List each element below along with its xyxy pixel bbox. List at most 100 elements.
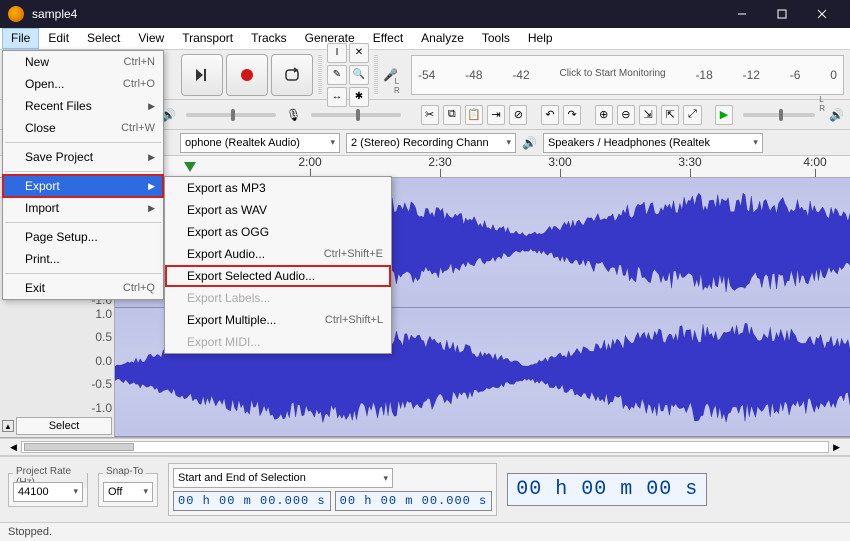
timeshift-tool[interactable]: ↔ — [327, 87, 347, 107]
snap-to-group: Snap-To Off — [98, 473, 158, 507]
meter-click-text: Click to Start Monitoring — [559, 68, 665, 82]
zoom-out-button[interactable]: ⊖ — [617, 105, 635, 125]
menu-view[interactable]: View — [129, 28, 173, 49]
fit-selection-button[interactable]: ⇲ — [639, 105, 657, 125]
zoom-tool[interactable]: 🔍 — [349, 65, 369, 85]
playhead-marker[interactable] — [184, 162, 196, 177]
menubar: FileEditSelectViewTransportTracksGenerat… — [0, 28, 850, 50]
horizontal-scrollbar[interactable]: ◀ ▶ — [0, 438, 850, 456]
export-submenu: Export as MP3Export as WAVExport as OGGE… — [164, 176, 392, 354]
menu-item-export-selected-audio-[interactable]: Export Selected Audio... — [165, 265, 391, 287]
recording-meter[interactable]: -54-48-42 Click to Start Monitoring -18-… — [411, 55, 844, 95]
recording-volume-slider[interactable] — [311, 113, 401, 117]
ruler-label: 2:00 — [298, 155, 321, 169]
project-rate-select[interactable]: 44100 — [13, 482, 83, 502]
toolbar-separator — [318, 55, 322, 95]
menu-item-save-project[interactable]: Save Project▶ — [3, 146, 163, 168]
zoom-toggle-button[interactable]: ⤢ — [683, 105, 701, 125]
menu-item-open-[interactable]: Open...Ctrl+O — [3, 73, 163, 95]
menu-item-exit[interactable]: ExitCtrl+Q — [3, 277, 163, 299]
scrollbar-thumb[interactable] — [24, 443, 134, 451]
play-at-speed-button[interactable]: ▶ — [715, 105, 733, 125]
recording-channels-select[interactable]: 2 (Stereo) Recording Chann — [346, 133, 516, 153]
playback-volume-slider[interactable] — [186, 113, 276, 117]
menu-item-export-as-mp-[interactable]: Export as MP3 — [165, 177, 391, 199]
app-icon — [8, 6, 24, 22]
menu-item-export-labels-: Export Labels... — [165, 287, 391, 309]
cut-button[interactable]: ✂ — [421, 105, 439, 125]
menu-item-page-setup-[interactable]: Page Setup... — [3, 226, 163, 248]
silence-button[interactable]: ⊘ — [509, 105, 527, 125]
scroll-right-icon[interactable]: ▶ — [829, 442, 844, 453]
menu-edit[interactable]: Edit — [39, 28, 78, 49]
menu-analyze[interactable]: Analyze — [412, 28, 473, 49]
meter-lr-label: LR — [394, 77, 400, 95]
selection-mode-select[interactable]: Start and End of Selection — [173, 468, 393, 488]
menu-item-recent-files[interactable]: Recent Files▶ — [3, 95, 163, 117]
menu-item-export-multiple-[interactable]: Export Multiple...Ctrl+Shift+L — [165, 309, 391, 331]
menu-item-export-audio-[interactable]: Export Audio...Ctrl+Shift+E — [165, 243, 391, 265]
menu-item-export-as-wav[interactable]: Export as WAV — [165, 199, 391, 221]
selection-group: Start and End of Selection 00 h 00 m 00.… — [168, 463, 497, 516]
ruler-label: 2:30 — [428, 155, 451, 169]
menu-item-export-midi-: Export MIDI... — [165, 331, 391, 353]
multi-tool[interactable]: ✱ — [349, 87, 369, 107]
ruler-label: 4:00 — [803, 155, 826, 169]
audio-position-time[interactable]: 00 h 00 m 00 s — [507, 473, 707, 506]
playback-device-select[interactable]: Speakers / Headphones (Realtek — [543, 133, 763, 153]
track-collapse-button[interactable]: ▲ — [2, 420, 14, 432]
track-select-button[interactable]: Select — [16, 417, 112, 435]
file-menu-dropdown: NewCtrl+NOpen...Ctrl+ORecent Files▶Close… — [2, 50, 164, 300]
tools-grid: I ✕ ✎ 🔍 ↔ ✱ — [327, 43, 369, 107]
loop-button[interactable] — [271, 54, 313, 96]
selection-end-time[interactable]: 00 h 00 m 00.000 s — [335, 491, 493, 511]
scroll-left-icon[interactable]: ◀ — [6, 442, 21, 453]
amplitude-scale-right: 1.00.50.0-0.5-1.0 — [90, 307, 112, 416]
ruler-label: 3:00 — [548, 155, 571, 169]
undo-button[interactable]: ↶ — [541, 105, 559, 125]
record-button[interactable] — [226, 54, 268, 96]
minimize-button[interactable] — [722, 0, 762, 28]
menu-help[interactable]: Help — [519, 28, 562, 49]
menu-effect[interactable]: Effect — [364, 28, 412, 49]
draw-tool[interactable]: ✎ — [327, 65, 347, 85]
menu-item-export-as-ogg[interactable]: Export as OGG — [165, 221, 391, 243]
menu-select[interactable]: Select — [78, 28, 129, 49]
meter-ticks: -54-48-42 Click to Start Monitoring -18-… — [418, 68, 837, 82]
paste-button[interactable]: 📋 — [465, 105, 483, 125]
snap-to-label: Snap-To — [103, 466, 146, 477]
redo-button[interactable]: ↷ — [563, 105, 581, 125]
snap-to-select[interactable]: Off — [103, 482, 153, 502]
menu-file[interactable]: File — [2, 28, 39, 49]
menu-tools[interactable]: Tools — [473, 28, 519, 49]
speaker-icon: 🔊 — [829, 108, 844, 122]
menu-tracks[interactable]: Tracks — [242, 28, 296, 49]
close-button[interactable] — [802, 0, 842, 28]
window-title: sample4 — [32, 7, 722, 21]
selection-toolbar: Project Rate (Hz) 44100 Snap-To Off Star… — [0, 456, 850, 522]
selection-start-time[interactable]: 00 h 00 m 00.000 s — [173, 491, 331, 511]
zoom-in-button[interactable]: ⊕ — [595, 105, 613, 125]
project-rate-group: Project Rate (Hz) 44100 — [8, 473, 88, 507]
menu-item-print-[interactable]: Print... — [3, 248, 163, 270]
skip-end-button[interactable] — [181, 54, 223, 96]
selection-tool[interactable]: I — [327, 43, 347, 63]
titlebar: sample4 — [0, 0, 850, 28]
recording-device-select[interactable]: ophone (Realtek Audio) — [180, 133, 340, 153]
menu-item-new[interactable]: NewCtrl+N — [3, 51, 163, 73]
menu-transport[interactable]: Transport — [173, 28, 242, 49]
toolbar-separator — [374, 55, 378, 95]
status-bar: Stopped. — [0, 522, 850, 541]
speaker-icon: 🔊 — [522, 136, 537, 150]
ruler-label: 3:30 — [678, 155, 701, 169]
envelope-tool[interactable]: ✕ — [349, 43, 369, 63]
mic-icon: 🎙 — [286, 108, 301, 122]
play-speed-slider[interactable] — [743, 113, 815, 117]
copy-button[interactable]: ⧉ — [443, 105, 461, 125]
trim-button[interactable]: ⇥ — [487, 105, 505, 125]
menu-item-close[interactable]: CloseCtrl+W — [3, 117, 163, 139]
menu-item-import[interactable]: Import▶ — [3, 197, 163, 219]
menu-item-export[interactable]: Export▶ — [3, 175, 163, 197]
fit-project-button[interactable]: ⇱ — [661, 105, 679, 125]
maximize-button[interactable] — [762, 0, 802, 28]
